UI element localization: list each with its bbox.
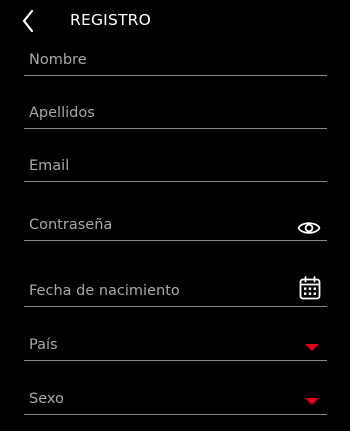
email-field[interactable]: Email — [24, 151, 327, 182]
nombre-field[interactable]: Nombre — [24, 45, 327, 76]
pais-select[interactable]: País — [24, 330, 327, 361]
back-button[interactable] — [16, 8, 40, 34]
apellidos-placeholder: Apellidos — [29, 105, 95, 121]
caret-down-icon[interactable] — [305, 398, 319, 405]
sexo-placeholder: Sexo — [29, 391, 64, 407]
chevron-left-icon — [22, 9, 34, 33]
page-title: REGISTRO — [70, 11, 152, 29]
caret-down-icon[interactable] — [305, 344, 319, 351]
eye-icon[interactable] — [297, 219, 321, 237]
app-header: REGISTRO — [0, 0, 350, 42]
fecha-placeholder: Fecha de nacimiento — [29, 283, 180, 299]
pais-placeholder: País — [29, 337, 58, 353]
contrasena-placeholder: Contraseña — [29, 217, 113, 233]
sexo-select[interactable]: Sexo — [24, 384, 327, 415]
calendar-icon[interactable] — [299, 276, 321, 300]
fecha-nacimiento-field[interactable]: Fecha de nacimiento — [24, 276, 327, 307]
apellidos-field[interactable]: Apellidos — [24, 98, 327, 129]
nombre-placeholder: Nombre — [29, 52, 87, 68]
email-placeholder: Email — [29, 158, 70, 174]
contrasena-field[interactable]: Contraseña — [24, 210, 327, 241]
